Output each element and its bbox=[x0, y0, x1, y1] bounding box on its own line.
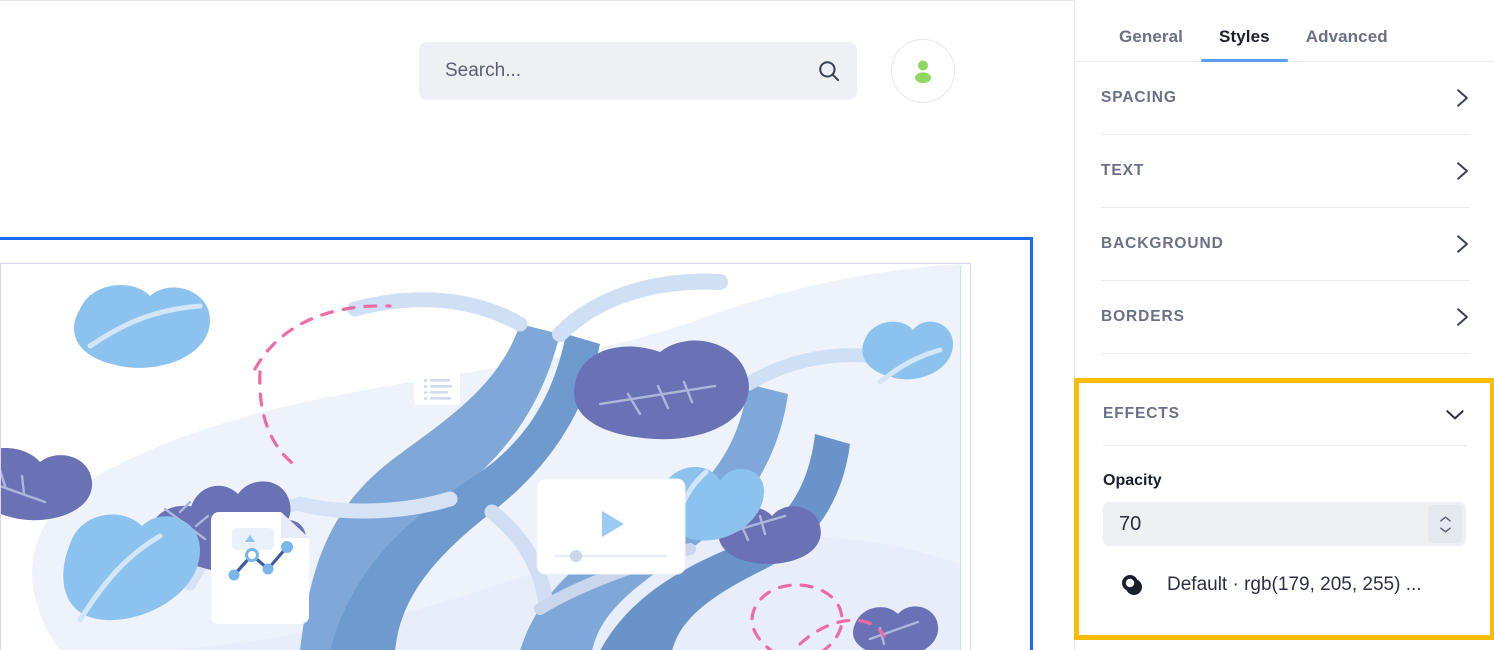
divider bbox=[1103, 445, 1466, 446]
opacity-label: Opacity bbox=[1103, 472, 1162, 489]
chevron-right-icon[interactable] bbox=[1455, 87, 1470, 109]
search-icon[interactable] bbox=[801, 42, 857, 100]
canvas-illustration[interactable] bbox=[0, 264, 960, 650]
stepper-down-icon bbox=[1439, 526, 1451, 533]
tree-branches-illustration bbox=[0, 264, 960, 650]
panel-tabs: General Styles Advanced bbox=[1075, 0, 1494, 62]
shadow-value: Default · rgb(179, 205, 255) ... bbox=[1167, 574, 1422, 595]
editor-area bbox=[0, 0, 1073, 650]
section-effects-label: EFFECTS bbox=[1103, 405, 1180, 422]
divider bbox=[1101, 353, 1470, 354]
app-root: General Styles Advanced SPACING TEXT bbox=[0, 0, 1494, 650]
tab-styles[interactable]: Styles bbox=[1201, 27, 1288, 62]
user-avatar-icon bbox=[915, 60, 931, 84]
section-text-header[interactable]: TEXT bbox=[1101, 135, 1470, 207]
styles-panel: General Styles Advanced SPACING TEXT BAC… bbox=[1074, 0, 1494, 650]
style-sections: SPACING TEXT BACKGROUND BORDERS bbox=[1075, 62, 1494, 354]
opacity-stepper[interactable] bbox=[1428, 505, 1462, 543]
opacity-input[interactable] bbox=[1103, 512, 1428, 536]
shadow-row[interactable]: Default · rgb(179, 205, 255) ... bbox=[1103, 572, 1466, 598]
section-background-header[interactable]: BACKGROUND bbox=[1101, 208, 1470, 280]
section-borders-header[interactable]: BORDERS bbox=[1101, 281, 1470, 353]
avatar[interactable] bbox=[891, 39, 955, 103]
search-bar[interactable] bbox=[419, 42, 857, 100]
chevron-right-icon[interactable] bbox=[1455, 306, 1470, 328]
tab-advanced[interactable]: Advanced bbox=[1288, 27, 1406, 61]
chevron-right-icon[interactable] bbox=[1455, 233, 1470, 255]
section-spacing-header[interactable]: SPACING bbox=[1101, 62, 1470, 134]
section-spacing-label: SPACING bbox=[1101, 89, 1177, 106]
section-background-label: BACKGROUND bbox=[1101, 235, 1224, 252]
opacity-field[interactable] bbox=[1103, 502, 1466, 546]
chevron-right-icon[interactable] bbox=[1455, 160, 1470, 182]
stepper-up-icon bbox=[1439, 515, 1451, 522]
section-effects-header[interactable]: EFFECTS bbox=[1103, 383, 1466, 445]
video-player-card bbox=[536, 478, 686, 575]
section-spacing: SPACING bbox=[1101, 62, 1470, 135]
tab-general[interactable]: General bbox=[1101, 27, 1201, 61]
chevron-down-icon[interactable] bbox=[1444, 407, 1466, 422]
section-text: TEXT bbox=[1101, 135, 1470, 208]
section-borders-label: BORDERS bbox=[1101, 308, 1185, 325]
section-text-label: TEXT bbox=[1101, 162, 1145, 179]
section-borders: BORDERS bbox=[1101, 281, 1470, 354]
shadow-icon bbox=[1122, 575, 1142, 595]
search-input[interactable] bbox=[419, 60, 801, 82]
section-background: BACKGROUND bbox=[1101, 208, 1470, 281]
list-card bbox=[414, 371, 460, 405]
chart-document-card bbox=[211, 512, 309, 624]
site-header bbox=[0, 1, 1073, 237]
section-effects-highlight: EFFECTS Opacity 70 Default · rgb(179, 20… bbox=[1074, 378, 1494, 640]
